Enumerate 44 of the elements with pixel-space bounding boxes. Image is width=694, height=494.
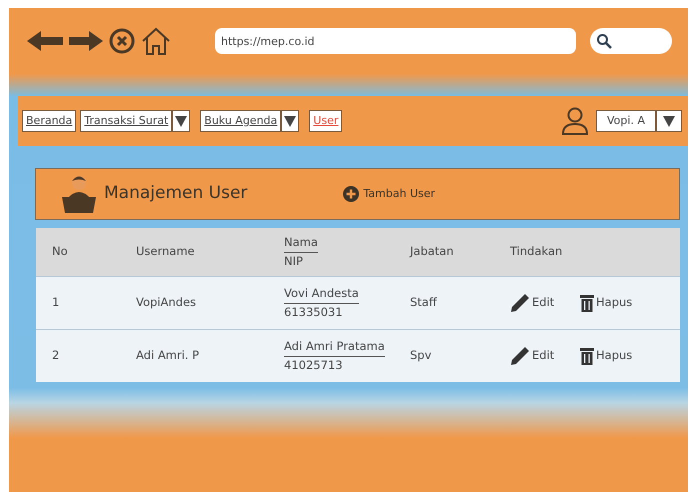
table-cell-text: 1 <box>51 294 60 312</box>
table-cell-text: Staff <box>410 294 438 312</box>
dropdown-caret-icon[interactable] <box>281 110 300 132</box>
table-cell-text: Adi Amri. P <box>136 347 200 364</box>
table-cell-text: 2 <box>51 347 60 364</box>
nav-link[interactable]: Transaksi Surat <box>80 110 172 132</box>
home-icon[interactable] <box>141 27 171 55</box>
column-header: Nama <box>284 234 318 252</box>
table-cell-text: VopiAndes <box>136 294 198 312</box>
search-field[interactable] <box>590 28 672 54</box>
edit-button[interactable]: Edit <box>510 293 554 313</box>
table-cell-text: Spv <box>410 347 432 364</box>
column-header: Username <box>136 243 196 260</box>
nav-link[interactable]: Buku Agenda <box>200 110 282 132</box>
column-header: No <box>51 243 69 260</box>
page-title: Manajemen User <box>104 182 248 206</box>
user-icon <box>562 107 588 135</box>
column-header: Tindakan <box>510 243 564 260</box>
trash-icon <box>580 347 594 365</box>
url-field[interactable]: https://mep.co.id <box>215 28 576 54</box>
table-cell-text: 61335031 <box>284 304 343 320</box>
table-cell: Adi Amri Pratama <box>284 338 385 356</box>
add-user-button[interactable]: Tambah User <box>343 186 436 202</box>
edit-button[interactable]: Edit <box>510 346 554 366</box>
plus-circle-icon <box>343 186 360 202</box>
column-header: Jabatan <box>410 243 455 260</box>
column-header: NIP <box>284 252 303 270</box>
user-at-laptop-icon <box>62 175 96 213</box>
dropdown-caret-icon[interactable] <box>656 110 682 132</box>
delete-button[interactable]: Hapus <box>580 347 632 365</box>
search-icon <box>596 33 612 49</box>
pencil-icon <box>510 293 530 313</box>
dropdown-caret-icon[interactable] <box>172 110 190 132</box>
back-arrow-icon[interactable] <box>27 31 63 51</box>
pencil-icon <box>510 346 530 366</box>
table-cell-text: 41025713 <box>284 356 343 374</box>
user-dropdown[interactable]: Vopi. A <box>596 110 656 132</box>
forward-arrow-icon[interactable] <box>69 31 103 51</box>
close-icon[interactable] <box>109 28 135 54</box>
delete-button[interactable]: Hapus <box>580 294 632 312</box>
table-cell: Vovi Andesta <box>284 285 359 304</box>
nav-link[interactable]: Beranda <box>22 110 76 132</box>
trash-icon <box>580 294 594 312</box>
nav-link[interactable]: User <box>309 110 342 132</box>
